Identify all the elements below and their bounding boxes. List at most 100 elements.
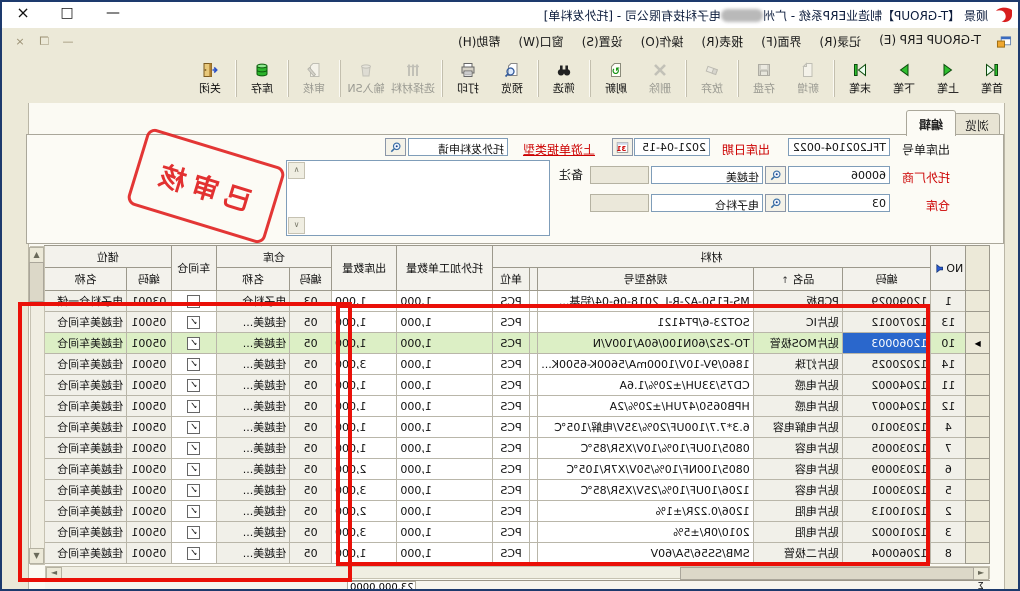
cell-location-name[interactable]: 佳越美车间仓: [45, 333, 127, 354]
cell-unit[interactable]: PCS: [492, 480, 530, 501]
vendor-code-field[interactable]: 60006: [788, 166, 890, 184]
cell-out-qty[interactable]: 3,000: [331, 354, 396, 375]
cell-material-code[interactable]: 12010013: [842, 501, 930, 522]
cell-spec[interactable]: HPB0650/47UH/±20%/2A: [538, 396, 753, 417]
menu-report[interactable]: 报表(R): [692, 29, 752, 54]
cell-order-qty[interactable]: 1,000: [397, 396, 492, 417]
cell-order-qty[interactable]: 1,000: [397, 501, 492, 522]
toolbar-first-record-button[interactable]: 首笔: [970, 56, 1014, 101]
col-header-location-code[interactable]: 编码: [127, 268, 171, 291]
scroll-down-arrow[interactable]: ▼: [29, 548, 44, 564]
cell-out-qty[interactable]: 1,000: [331, 312, 396, 333]
cell-no[interactable]: 1: [931, 291, 966, 312]
cell-warehouse-code[interactable]: 05: [290, 375, 332, 396]
out-date-field[interactable]: 2021-04-15: [634, 138, 710, 156]
cell-no[interactable]: 3: [931, 522, 966, 543]
cell-order-qty[interactable]: 1,000: [397, 438, 492, 459]
cell-material-code[interactable]: 12030005: [842, 438, 930, 459]
cell-material-code[interactable]: 12040002: [842, 375, 930, 396]
cell-no[interactable]: 6: [931, 459, 966, 480]
cell-unit[interactable]: PCS: [492, 459, 530, 480]
workshop-checkbox[interactable]: ✓: [187, 442, 200, 455]
workshop-checkbox[interactable]: ✓: [187, 484, 200, 497]
cell-material-code[interactable]: 12070012: [842, 312, 930, 333]
cell-material-name[interactable]: 贴片电感: [753, 375, 842, 396]
cell-unit[interactable]: PCS: [492, 438, 530, 459]
cell-unit[interactable]: PCS: [492, 291, 530, 312]
cell-location-name[interactable]: 佳越美车间仓: [45, 312, 127, 333]
cell-out-qty[interactable]: 1,000: [331, 375, 396, 396]
workshop-checkbox[interactable]: ✓: [187, 505, 200, 518]
col-header-warehouse-name[interactable]: 名称: [216, 268, 289, 291]
toolbar-last-record-button[interactable]: 末笔: [838, 56, 882, 101]
cell-material-name[interactable]: 贴片MOS极管: [753, 333, 842, 354]
cell-material-code[interactable]: 12030001: [842, 480, 930, 501]
cell-material-code[interactable]: 12030010: [842, 417, 930, 438]
cell-unit[interactable]: PCS: [492, 501, 530, 522]
cell-location-code[interactable]: 05001: [127, 375, 171, 396]
toolbar-preview-button[interactable]: 预览: [490, 56, 534, 101]
minimize-button[interactable]: —: [100, 3, 126, 23]
cell-location-code[interactable]: 05001: [127, 312, 171, 333]
cell-warehouse-name[interactable]: 佳越美...: [216, 375, 289, 396]
upstream-type-field[interactable]: 托外发料申请: [408, 138, 508, 156]
cell-location-name[interactable]: 佳越美车间仓: [45, 543, 127, 564]
cell-warehouse-code[interactable]: 05: [290, 501, 332, 522]
cell-material-name[interactable]: 贴片二极管: [753, 543, 842, 564]
cell-out-qty[interactable]: 1,000: [331, 438, 396, 459]
cell-out-qty[interactable]: 3,000: [331, 522, 396, 543]
cell-spec[interactable]: SOT23-6/PT4121: [538, 312, 753, 333]
mdi-restore-button[interactable]: ❐: [36, 35, 52, 48]
menu-interface[interactable]: 界面(F): [752, 29, 810, 54]
scroll-up-arrow[interactable]: ∧: [288, 162, 305, 179]
scrollbar-thumb[interactable]: [29, 262, 44, 302]
calendar-button[interactable]: [612, 138, 633, 156]
cell-material-name[interactable]: 贴片电解电容: [753, 417, 842, 438]
cell-unit[interactable]: PCS: [492, 396, 530, 417]
cell-order-qty[interactable]: 1,000: [397, 312, 492, 333]
workshop-checkbox[interactable]: ✓: [187, 358, 200, 371]
cell-warehouse-code[interactable]: 05: [290, 312, 332, 333]
col-header-no[interactable]: NO: [931, 246, 966, 291]
cell-order-qty[interactable]: 1,000: [397, 480, 492, 501]
cell-spec[interactable]: 1206/0.22R/±1%: [538, 501, 753, 522]
vendor-lookup-button[interactable]: [765, 166, 786, 184]
workshop-checkbox[interactable]: ✓: [187, 316, 200, 329]
cell-unit[interactable]: PCS: [492, 375, 530, 396]
cell-no[interactable]: 2: [931, 501, 966, 522]
cell-order-qty[interactable]: 1,000: [397, 354, 492, 375]
cell-warehouse-code[interactable]: 05: [290, 543, 332, 564]
col-header-unit[interactable]: 单位: [492, 268, 530, 291]
cell-material-code[interactable]: 12060003: [842, 333, 930, 354]
cell-warehouse-name[interactable]: 佳越美...: [216, 396, 289, 417]
cell-warehouse-code[interactable]: 05: [290, 438, 332, 459]
toolbar-filter-button[interactable]: 筛选: [542, 56, 586, 101]
cell-location-name[interactable]: 电子料仓一储: [45, 291, 127, 312]
menu-tgroup-erp[interactable]: T-GROUP ERP (E): [870, 29, 990, 54]
cell-location-code[interactable]: 05001: [127, 438, 171, 459]
cell-unit[interactable]: PCS: [492, 417, 530, 438]
cell-warehouse-code[interactable]: 05: [290, 522, 332, 543]
cell-warehouse-name[interactable]: 佳越美...: [216, 501, 289, 522]
cell-location-code[interactable]: 05001: [127, 333, 171, 354]
workshop-checkbox[interactable]: [187, 295, 200, 308]
col-header-order-qty[interactable]: 托外加工单数量: [397, 246, 492, 291]
cell-no[interactable]: 7: [931, 438, 966, 459]
cell-location-code[interactable]: 03001: [127, 291, 171, 312]
workshop-checkbox[interactable]: ✓: [187, 337, 200, 350]
cell-warehouse-name[interactable]: 佳越美...: [216, 480, 289, 501]
cell-location-name[interactable]: 佳越美车间仓: [45, 396, 127, 417]
cell-no[interactable]: 11: [931, 375, 966, 396]
cell-location-name[interactable]: 佳越美车间仓: [45, 522, 127, 543]
cell-out-qty[interactable]: 2,000: [331, 501, 396, 522]
cell-order-qty[interactable]: 1,000: [397, 291, 492, 312]
cell-material-code[interactable]: 12010002: [842, 522, 930, 543]
toolbar-close-button[interactable]: 关闭: [188, 56, 232, 101]
tab-edit[interactable]: 编辑: [906, 110, 956, 136]
cell-order-qty[interactable]: 1,000: [397, 522, 492, 543]
cell-material-name[interactable]: 贴片电容: [753, 438, 842, 459]
cell-warehouse-name[interactable]: 佳越美...: [216, 522, 289, 543]
warehouse-lookup-button[interactable]: [765, 194, 786, 212]
cell-location-name[interactable]: 佳越美车间仓: [45, 417, 127, 438]
toolbar-next-record-button[interactable]: 下笔: [882, 56, 926, 101]
